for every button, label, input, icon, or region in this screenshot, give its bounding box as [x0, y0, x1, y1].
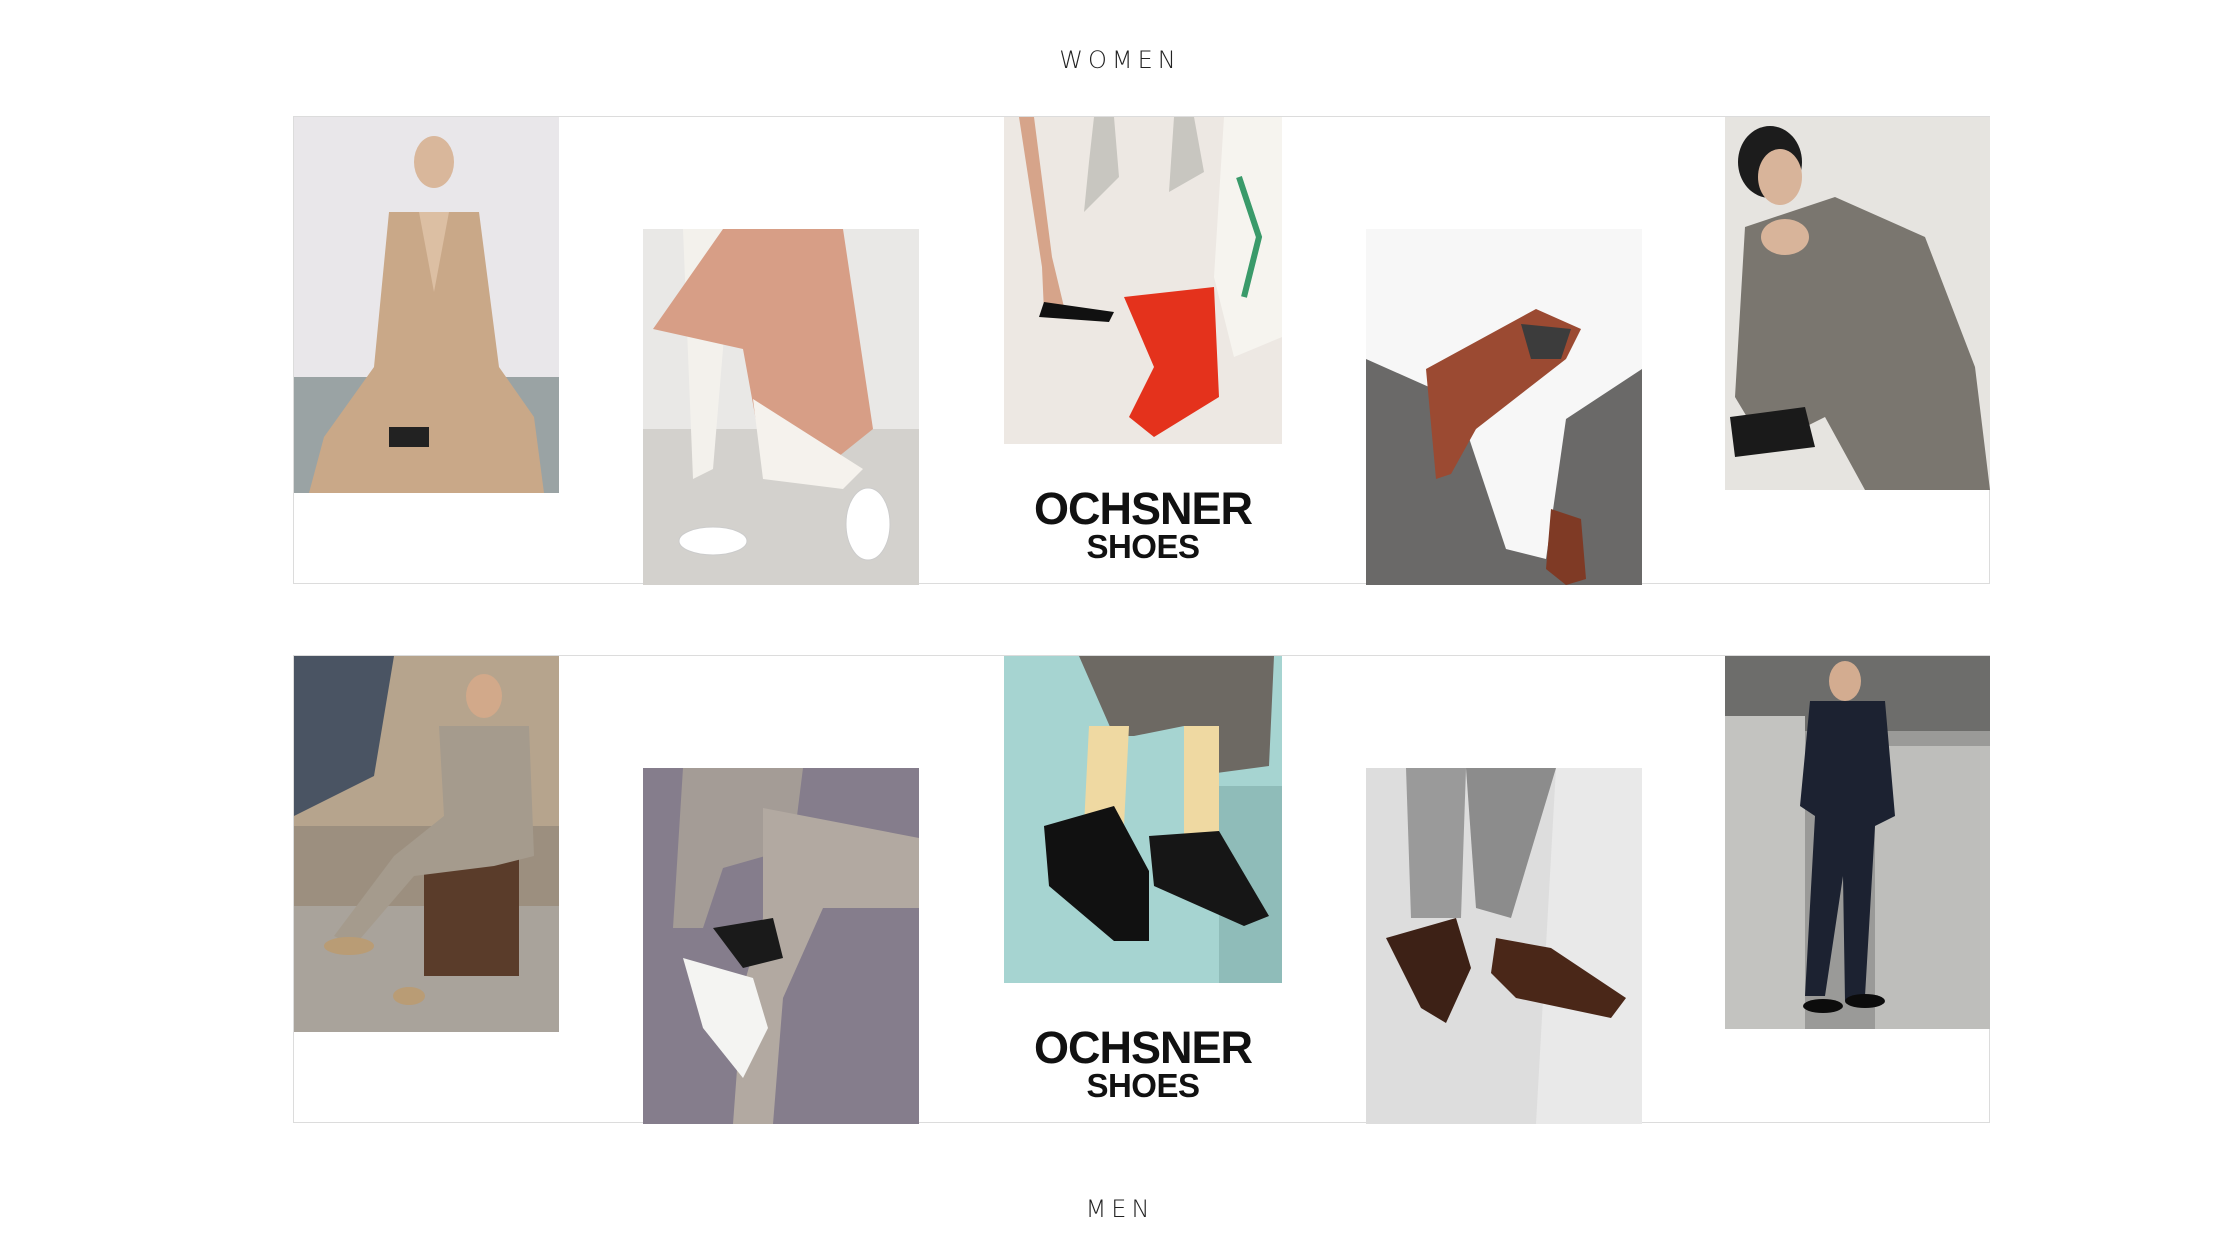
men-photo-navy-suit[interactable]: [1725, 656, 1990, 1029]
women-photo-heels-red-boot[interactable]: [1004, 117, 1282, 444]
men-section-title: MEN: [1085, 1195, 1155, 1223]
women-photo-beige-suit[interactable]: [294, 117, 559, 493]
men-photo-brown-oxfords[interactable]: [1366, 768, 1642, 1124]
men-photo-seated-suit[interactable]: [294, 656, 559, 1032]
ochsner-shoes-logo: OCHSNER SHOES: [1033, 1022, 1253, 1104]
women-photo-brown-chelsea-boot[interactable]: [1366, 229, 1642, 585]
women-photo-pink-coat-sneakers[interactable]: [643, 229, 919, 585]
men-photo-black-brogues[interactable]: [1004, 656, 1282, 983]
men-photo-white-sneaker[interactable]: [643, 768, 919, 1124]
men-collage: OCHSNER SHOES: [293, 655, 1990, 1124]
women-section-title: WOMEN: [1059, 46, 1181, 74]
ochsner-shoes-logo: OCHSNER SHOES: [1033, 483, 1253, 565]
women-collage: OCHSNER SHOES: [293, 116, 1990, 585]
women-photo-tweed-suit[interactable]: [1725, 117, 1990, 490]
